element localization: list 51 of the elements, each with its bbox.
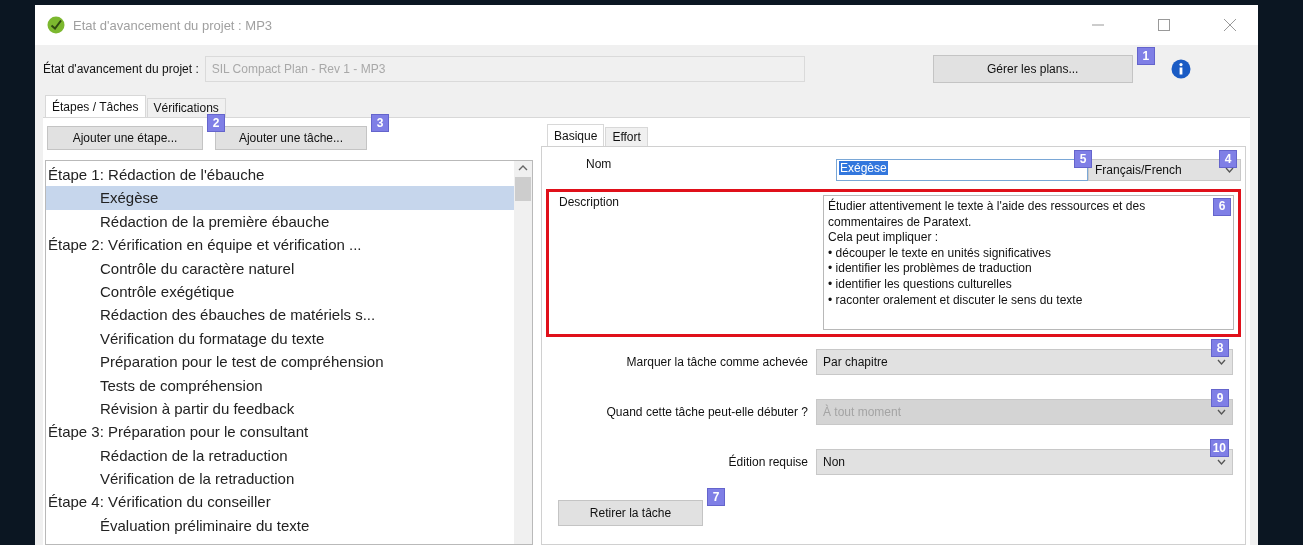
task-item[interactable]: Contrôle exégétique: [46, 279, 514, 304]
setting-label: Édition requise: [727, 455, 808, 469]
number-badge: 10: [1209, 439, 1229, 457]
manage-plans-button[interactable]: Gérer les plans...: [932, 55, 1133, 83]
info-icon[interactable]: [1170, 59, 1191, 79]
tab[interactable]: Vérifications: [146, 98, 226, 117]
number-badge: 2: [207, 114, 225, 132]
stage-item[interactable]: Étape 3: Préparation pour le consultant: [46, 420, 514, 444]
number-badge: 9: [1211, 389, 1229, 407]
number-badge: 4: [1219, 150, 1237, 168]
setting-label: Marquer la tâche comme achevée: [625, 355, 808, 369]
remove-task-button[interactable]: Retirer la tâche: [558, 500, 703, 526]
task-item[interactable]: Exégèse: [46, 186, 514, 210]
number-badge: 3: [371, 114, 389, 132]
name-label: Nom: [585, 156, 613, 171]
task-item[interactable]: Rédaction de la première ébauche: [46, 209, 514, 234]
task-item[interactable]: Vérification de la retraduction: [46, 467, 514, 491]
dropdown-caret-icon: [1225, 167, 1234, 173]
dropdown-caret-icon: [1217, 459, 1226, 465]
stage-item[interactable]: Étape 4: Vérification du conseiller: [46, 490, 514, 514]
task-item[interactable]: Rédaction des ébauches de matériels s...: [46, 303, 514, 327]
task-item[interactable]: Contrôle du caractère naturel: [46, 256, 514, 280]
task-item[interactable]: Évaluation préliminaire du texte: [46, 513, 514, 538]
task-item[interactable]: Préparation pour le test de compréhension: [46, 350, 514, 374]
project-label: État d'avancement du projet :: [43, 62, 199, 76]
description-field[interactable]: Étudier attentivement le texte à l'aide des ressources et des commentaires de Paratext. Cela peut impliquer : • découper le texte en unités significatives • identifier les problèmes de traduction • identifier les questions culturelles • raconter oralement et discuter le sens du texte 6: [823, 195, 1234, 330]
dropdown-caret-icon: [1217, 359, 1226, 365]
number-badge: 7: [707, 488, 725, 506]
scrollbar-thumb[interactable]: [515, 177, 531, 201]
setting-label: Quand cette tâche peut-elle débuter ?: [605, 405, 808, 419]
dropdown-caret-icon: [1217, 409, 1226, 415]
number-badge: 6: [1213, 198, 1231, 216]
add-stage-button[interactable]: Ajouter une étape...: [47, 126, 203, 150]
stage-item[interactable]: Étape 2: Vérification en équipe et vérification ...: [46, 233, 514, 257]
tab[interactable]: Étapes / Tâches: [45, 95, 146, 117]
maximize-icon[interactable]: [1158, 19, 1170, 31]
stage-item[interactable]: Étape 1: Rédaction de l'ébauche: [46, 163, 514, 187]
number-badge: 1: [1136, 47, 1155, 65]
tab[interactable]: Effort: [605, 127, 648, 146]
add-task-button[interactable]: Ajouter une tâche...: [215, 126, 367, 150]
tab[interactable]: Basique: [547, 124, 605, 146]
task-item[interactable]: Révision à partir du feedback: [46, 396, 514, 421]
number-badge: 5: [1074, 150, 1092, 168]
window-title: Etat d'avancement du projet : MP3: [73, 17, 274, 33]
description-label: Description: [559, 195, 621, 211]
close-icon[interactable]: [1224, 19, 1236, 31]
task-item[interactable]: Tests de compréhension: [46, 373, 514, 397]
task-item[interactable]: Vérification du formatage du texte: [46, 326, 514, 351]
number-badge: 8: [1211, 339, 1229, 357]
app-logo-icon: [47, 16, 65, 34]
task-item[interactable]: Rédaction de la retraduction: [46, 443, 514, 468]
